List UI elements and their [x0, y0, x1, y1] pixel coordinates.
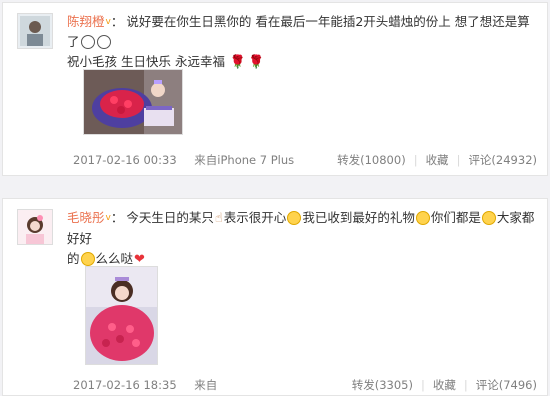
post-timestamp[interactable]: 2017-02-16 18:35 [73, 378, 177, 392]
smile-emoji-icon [481, 211, 496, 225]
clown-emoji-icon [80, 35, 95, 49]
avatar[interactable] [17, 209, 53, 245]
favorite-button[interactable]: 收藏 [433, 378, 456, 392]
post-image[interactable] [83, 69, 183, 135]
divider: | [463, 378, 468, 392]
weibo-post-card: 毛晓彤v： 今天生日的某只☝表示很开心 我已收到最好的礼物 你们都是 大家都好好 的么么… [2, 198, 548, 396]
post-source: 来自iPhone 7 Plus [194, 153, 294, 167]
weibo-post-card: 陈翔橙v： 说好要在你生日黑你的 看在最后一年能插2开头蜡烛的份上 想了想还是算了… [2, 2, 548, 176]
rose-emoji-icon: 🌹 [248, 55, 265, 70]
post-text: 你们都是 [430, 210, 481, 225]
smile-emoji-icon [287, 211, 302, 225]
colon-separator: ： [110, 210, 124, 225]
post-text: 表示很开心 [223, 210, 287, 225]
source-prefix: 来自 [194, 153, 218, 167]
smile-emoji-icon [415, 211, 430, 225]
source-link[interactable]: iPhone 7 Plus [217, 153, 294, 167]
post-text: 今天生日的某只 [126, 210, 214, 225]
username-link[interactable]: 毛晓彤 [67, 210, 105, 225]
hand-emoji-icon: ☝ [214, 211, 223, 226]
comment-button[interactable]: 评论(24932) [468, 153, 537, 167]
divider: | [456, 153, 461, 167]
divider: | [413, 153, 418, 167]
post-text: 祝小毛孩 生日快乐 永远幸福 [67, 54, 229, 69]
post-timestamp[interactable]: 2017-02-16 00:33 [73, 153, 177, 167]
username-link[interactable]: 陈翔橙 [67, 14, 105, 29]
source-prefix: 来自 [194, 378, 218, 392]
repost-button[interactable]: 转发(10800) [337, 153, 406, 167]
smile-emoji-icon [80, 252, 95, 266]
post-text: 么么哒 [95, 251, 134, 266]
repost-button[interactable]: 转发(3305) [352, 378, 413, 392]
comment-button[interactable]: 评论(7496) [476, 378, 537, 392]
clown-emoji-icon [96, 35, 111, 49]
favorite-button[interactable]: 收藏 [426, 153, 449, 167]
post-image[interactable] [85, 266, 158, 365]
post-text: 说好要在你生日黑你的 看在最后一年能插2开头蜡烛的份上 想了想还是算了 [67, 14, 530, 49]
divider: | [421, 378, 425, 392]
colon-separator: ： [110, 14, 124, 29]
avatar[interactable] [17, 13, 53, 49]
post-text: 我已收到最好的礼物 [302, 210, 415, 225]
rose-emoji-icon: 🌹 [229, 55, 247, 70]
post-source: 来自 [194, 378, 217, 392]
post-text: 的 [67, 251, 80, 266]
